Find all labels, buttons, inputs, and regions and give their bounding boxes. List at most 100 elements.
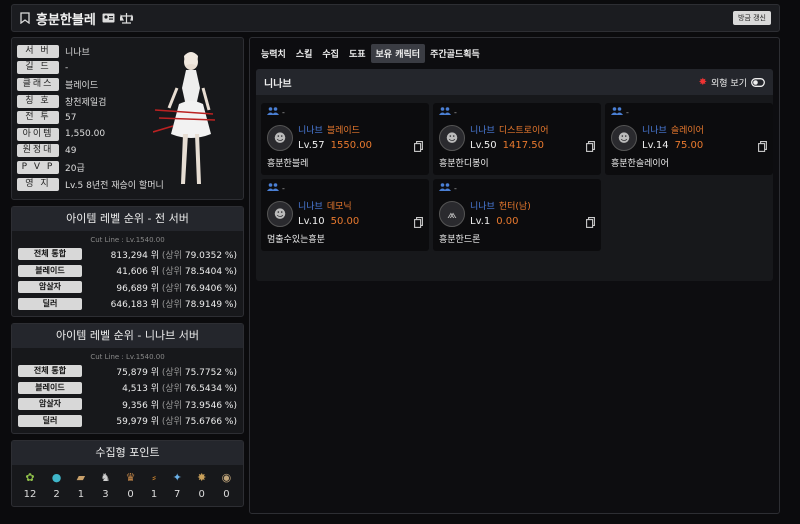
character-avatar: ☻: [267, 201, 293, 227]
collect-item[interactable]: ✿ 12: [24, 471, 37, 500]
character-name: 흥분한블레: [267, 159, 309, 169]
character-server: 니나브: [470, 202, 495, 212]
rank-row: 암살자 9,356 위 (상위 73.9546 %): [12, 396, 243, 413]
profile-label: P V P: [17, 160, 59, 174]
character-class: 블레이드: [326, 126, 360, 136]
scale-icon[interactable]: [119, 12, 133, 24]
collect-count: 0: [223, 489, 230, 500]
rank-percent: 78.5404 %): [184, 267, 237, 278]
rank-label: 암살자: [18, 281, 82, 294]
copy-icon[interactable]: [586, 217, 595, 231]
rank-row: 딜러 646,183 위 (상위 78.9149 %): [12, 296, 243, 313]
sky-badge-icon: ◉: [221, 471, 232, 484]
rank-row: 전체 통합 75,879 위 (상위 75.7752 %): [12, 363, 243, 380]
rank-row: 전체 통합 813,294 위 (상위 79.0352 %): [12, 246, 243, 263]
character-level: Lv.1 0.00: [470, 216, 519, 227]
collect-item[interactable]: ♛ 0: [126, 471, 136, 500]
character-ilvl: 0.00: [496, 216, 519, 227]
profile-value: -: [65, 62, 69, 73]
orpheus-star-icon: ⸗: [152, 471, 156, 484]
character-name: 흥분한디봉이: [439, 159, 489, 169]
collect-item[interactable]: ◉ 0: [222, 471, 232, 500]
refresh-button[interactable]: 방금 갱신: [733, 11, 771, 25]
rank-value: 75,879 위 (상위 75.7752 %): [82, 365, 237, 378]
tab-5[interactable]: 주간골드획득: [425, 44, 485, 63]
profile-label: 칭 호: [17, 94, 59, 108]
tab-0[interactable]: 능력치: [256, 44, 291, 63]
main-panel: 능력치 스킬 수집 도표 보유 캐릭터 주간골드획득 니나브 ✸ 외형 보기 - ☻ 니나브 블…: [249, 37, 780, 514]
collect-count: 0: [127, 489, 134, 500]
profile-value: Lv.5 8년전 재승이 할머니: [65, 180, 164, 191]
rank-server-title: 아이템 레벨 순위 - 니나브 서버: [12, 324, 243, 348]
character-card[interactable]: - ☻ 니나브 디스트로이어 Lv.50 1417.50 흥분한디봉이: [433, 103, 601, 175]
copy-icon[interactable]: [586, 141, 595, 155]
collect-count: 1: [77, 489, 85, 500]
character-name: 흥분한슬레이어: [611, 159, 669, 169]
collect-count: 2: [53, 489, 60, 500]
character-level: Lv.50 1417.50: [470, 140, 544, 151]
collect-item[interactable]: ♞ 3: [100, 471, 110, 500]
profile-value: 창천제일검: [65, 97, 107, 108]
copy-icon[interactable]: [414, 141, 423, 155]
tab-1[interactable]: 스킬: [291, 44, 318, 63]
appearance-toggle[interactable]: ✸ 외형 보기: [699, 76, 765, 89]
rank-percent: 79.0352 %): [184, 250, 237, 261]
rank-row: 암살자 96,689 위 (상위 76.9406 %): [12, 279, 243, 296]
roster-server-name: 니나브: [264, 78, 292, 90]
profile-info-card: 서 버 니나브 길 드 - 클래스 블레이드 칭 호 창천제일검 전 투 57 아이템 1,550.0…: [11, 37, 244, 200]
copy-icon[interactable]: [414, 217, 423, 231]
id-card-icon[interactable]: [102, 13, 115, 23]
rank-all-title: 아이템 레벨 순위 - 전 서버: [12, 207, 243, 231]
tab-4[interactable]: 보유 캐릭터: [370, 44, 426, 63]
character-server: 니나브: [298, 202, 323, 212]
collect-item[interactable]: ✦ 7: [173, 471, 182, 500]
rank-top-label: (상위: [161, 267, 182, 278]
character-avatar: ☻: [611, 125, 637, 151]
rank-value: 96,689 위 (상위 76.9406 %): [82, 281, 237, 294]
rank-top-label: (상위: [161, 417, 182, 428]
tab-3[interactable]: 도표: [344, 44, 371, 63]
character-card[interactable]: - ☻ 니나브 블레이드 Lv.57 1550.00 흥분한블레: [261, 103, 429, 175]
party-icon: -: [439, 107, 595, 117]
collect-item[interactable]: ✸ 0: [197, 471, 206, 500]
character-level: Lv.14 75.00: [642, 140, 703, 151]
giant-heart-icon: ♞: [100, 471, 111, 484]
copy-icon[interactable]: [758, 141, 767, 155]
character-card[interactable]: - ☻ 니나브 데모닉 Lv.10 50.00 멈출수있는흥분: [261, 179, 429, 251]
character-ilvl: 1550.00: [330, 140, 372, 151]
collect-item[interactable]: ● 2: [52, 471, 62, 500]
character-lv: Lv.10: [298, 216, 325, 227]
rank-number: 4,513 위: [122, 384, 160, 395]
profile-value: 니나브: [65, 47, 90, 58]
collect-item[interactable]: ⸗ 1: [151, 471, 157, 500]
party-icon: -: [611, 107, 767, 117]
character-server: 니나브: [470, 126, 495, 136]
appearance-toggle-label: 외형 보기: [711, 78, 747, 89]
sea-bounty-icon: ✸: [197, 471, 207, 484]
rank-server-card: 아이템 레벨 순위 - 니나브 서버 Cut Line : Lv.1540.00…: [11, 323, 244, 434]
rank-top-label: (상위: [161, 400, 182, 411]
character-ilvl: 1417.50: [502, 140, 544, 151]
character-card[interactable]: - ☻ 니나브 슬레이어 Lv.14 75.00 흥분한슬레이어: [605, 103, 773, 175]
character-class: 슬레이어: [670, 126, 704, 136]
rank-number: 59,979 위: [116, 417, 160, 428]
party-icon: -: [267, 183, 423, 193]
bookmark-icon[interactable]: [20, 12, 30, 24]
character-name: 흥분한드론: [439, 235, 481, 245]
character-avatar: ☻: [267, 125, 293, 151]
character-lv: Lv.1: [470, 216, 491, 227]
rank-number: 41,606 위: [116, 267, 160, 278]
rank-percent: 76.9406 %): [184, 283, 237, 294]
character-card[interactable]: - ⩕ 니나브 헌터(남) Lv.1 0.00 흥분한드론: [433, 179, 601, 251]
tab-2[interactable]: 수집: [317, 44, 344, 63]
collect-item[interactable]: ▰ 1: [77, 471, 85, 500]
profile-label: 길 드: [17, 61, 59, 75]
rank-label: 딜러: [18, 414, 82, 427]
party-icon: -: [267, 107, 423, 117]
rank-row: 블레이드 41,606 위 (상위 78.5404 %): [12, 263, 243, 280]
profile-label: 영 지: [17, 177, 59, 191]
character-class: 데모닉: [326, 202, 352, 212]
collect-title: 수집형 포인트: [12, 441, 243, 465]
seed-icon: ✿: [25, 471, 35, 484]
rank-label: 전체 통합: [18, 248, 82, 261]
